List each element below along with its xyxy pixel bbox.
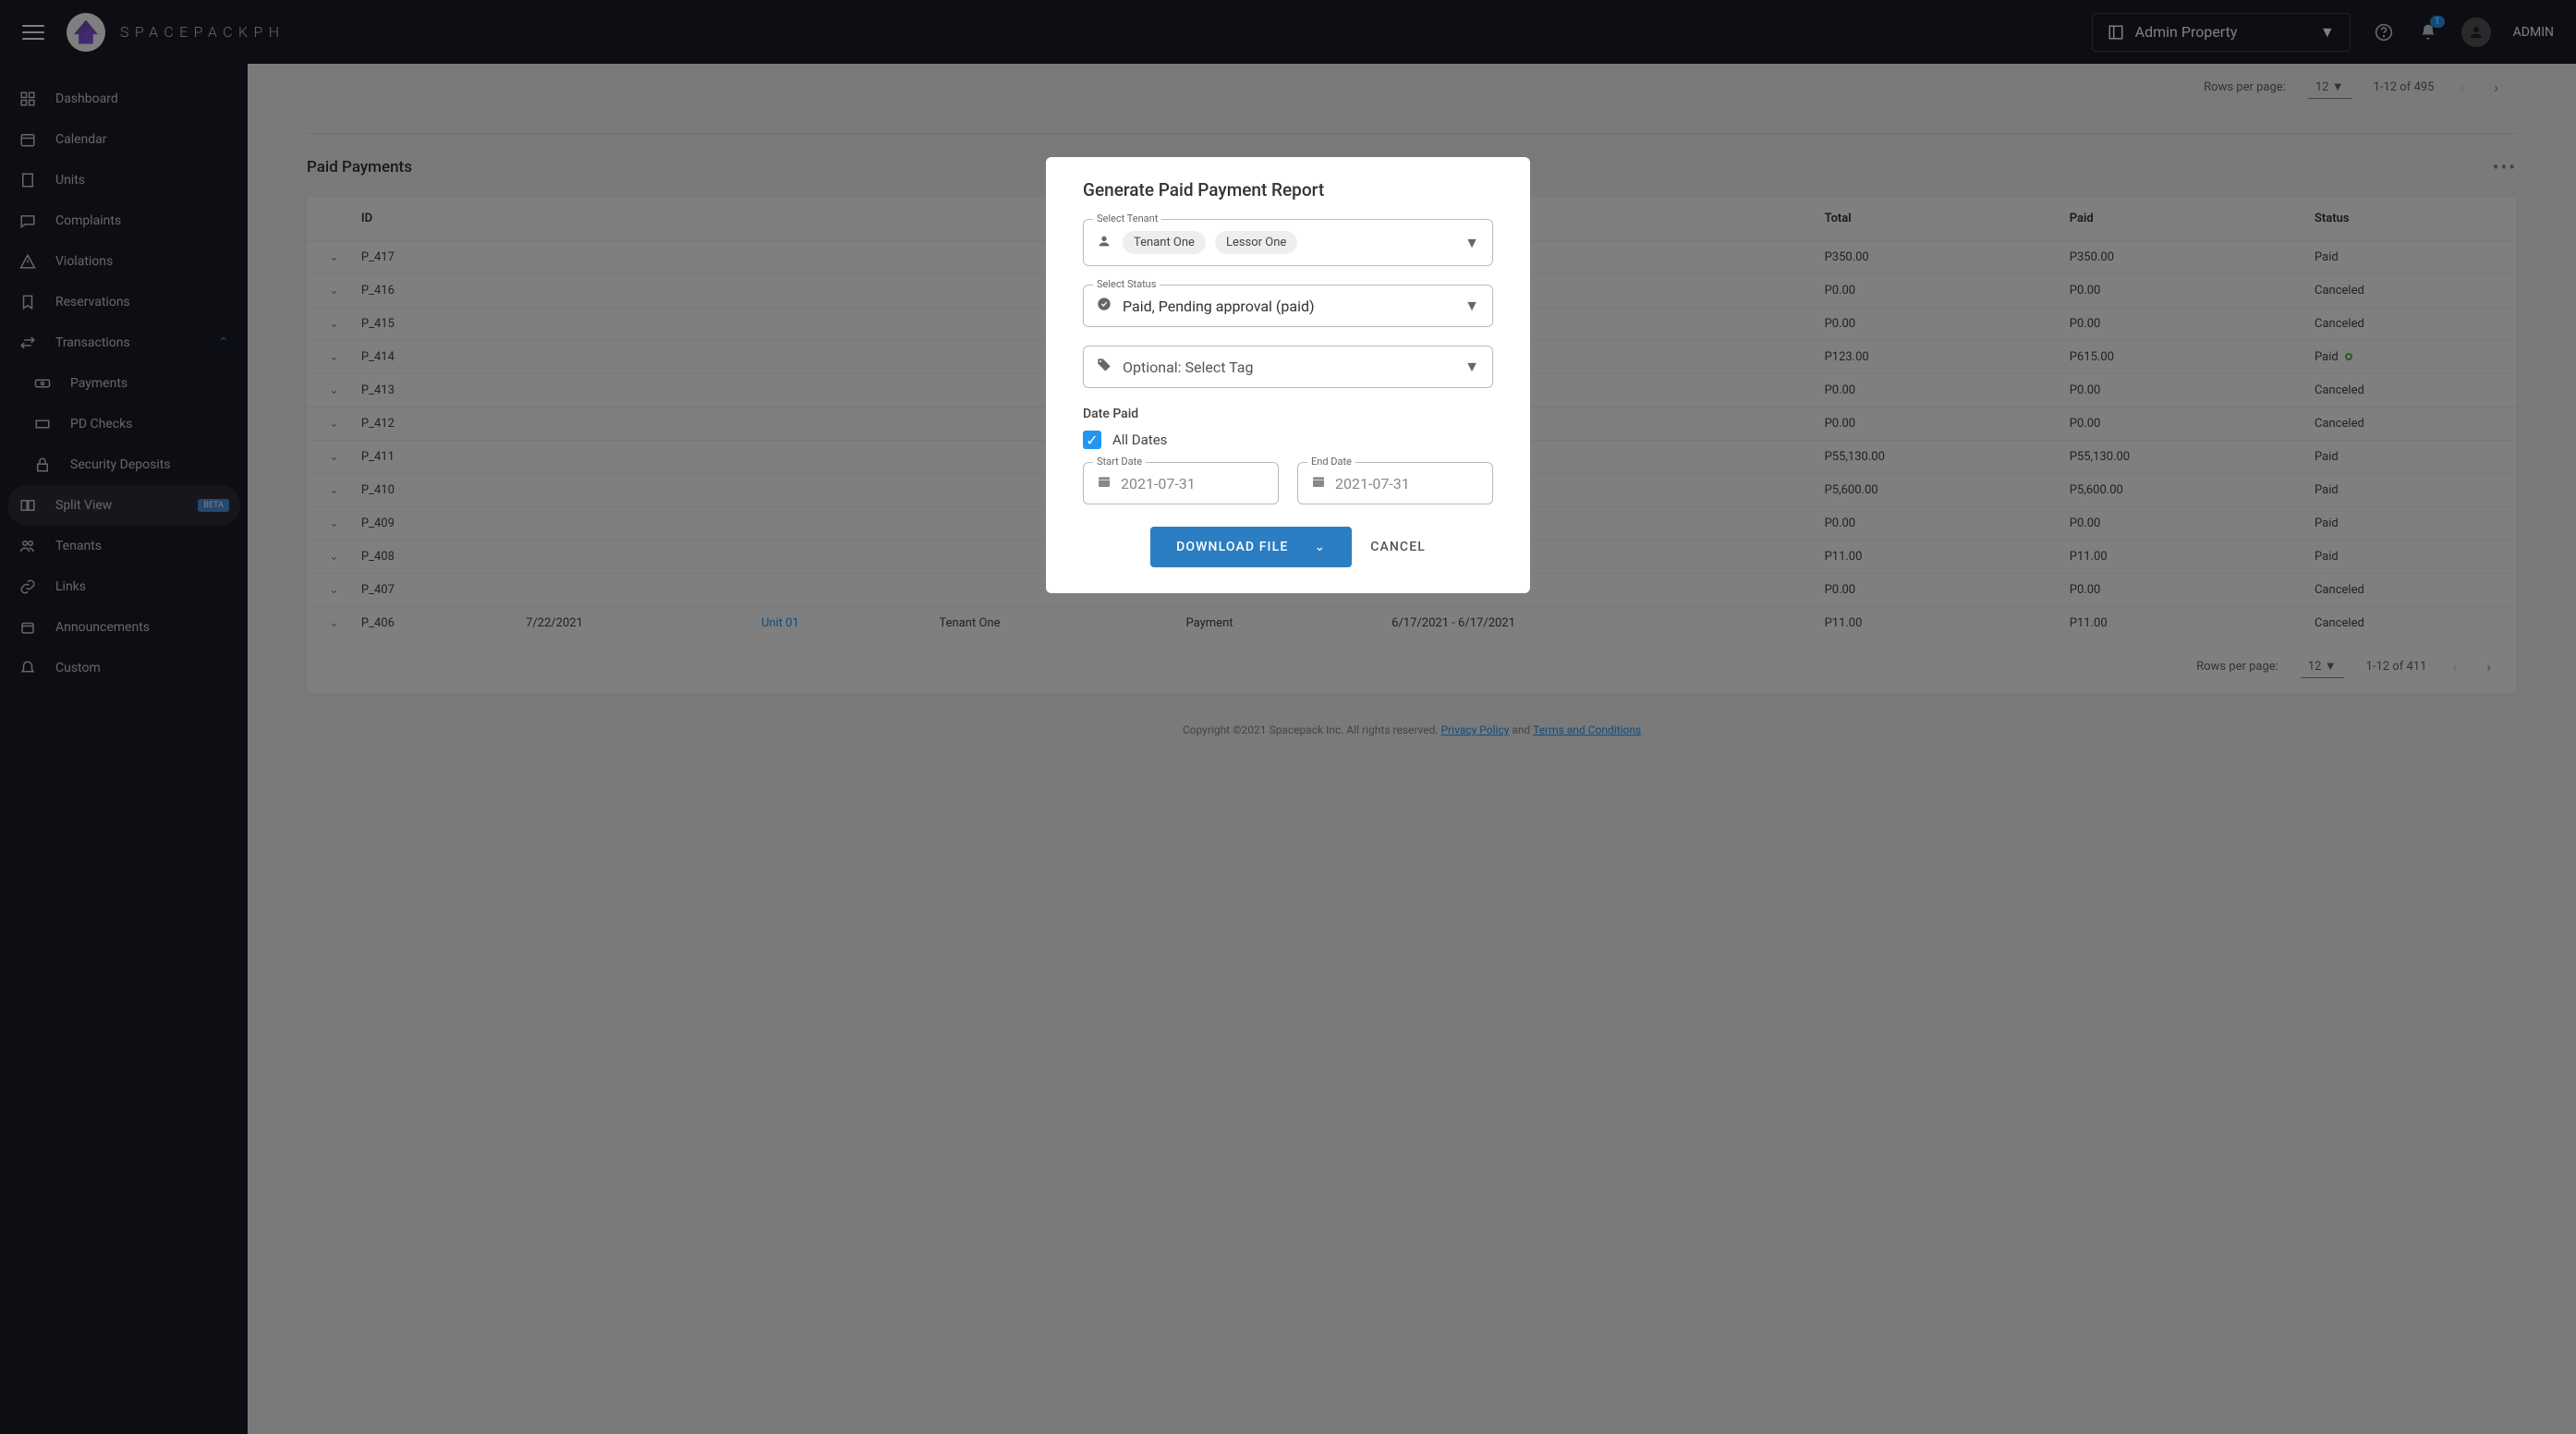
modal-title: Generate Paid Payment Report	[1083, 179, 1493, 201]
calendar-icon	[1097, 474, 1112, 492]
tag-icon	[1097, 358, 1113, 376]
report-modal: Generate Paid Payment Report Select Tena…	[1046, 157, 1530, 593]
download-button[interactable]: DOWNLOAD FILE ⌄	[1150, 527, 1352, 567]
chevron-down-icon: ▼	[1464, 297, 1479, 315]
all-dates-checkbox[interactable]: ✓	[1083, 431, 1101, 449]
end-date-label: End Date	[1307, 456, 1355, 468]
tenant-chip[interactable]: Tenant One	[1123, 231, 1206, 254]
status-label: Select Status	[1093, 278, 1160, 290]
person-icon	[1097, 234, 1113, 252]
start-date-input[interactable]: Start Date 2021-07-31	[1083, 462, 1279, 504]
status-value: Paid, Pending approval (paid)	[1123, 298, 1315, 315]
tag-placeholder: Optional: Select Tag	[1123, 358, 1254, 376]
chevron-down-icon: ▼	[1464, 358, 1479, 376]
end-date-input[interactable]: End Date 2021-07-31	[1297, 462, 1493, 504]
chevron-down-icon: ▼	[1464, 234, 1479, 252]
tenant-label: Select Tenant	[1093, 213, 1161, 225]
modal-overlay[interactable]: Generate Paid Payment Report Select Tena…	[0, 0, 2576, 1434]
date-section-title: Date Paid	[1083, 407, 1493, 421]
start-date-label: Start Date	[1093, 456, 1146, 468]
cancel-button[interactable]: CANCEL	[1370, 540, 1426, 554]
calendar-icon	[1311, 474, 1326, 492]
check-circle-icon	[1097, 297, 1113, 315]
status-select[interactable]: Select Status Paid, Pending approval (pa…	[1083, 285, 1493, 327]
tenant-chip[interactable]: Lessor One	[1215, 231, 1297, 254]
start-date-value: 2021-07-31	[1121, 475, 1196, 492]
end-date-value: 2021-07-31	[1335, 475, 1410, 492]
all-dates-label: All Dates	[1112, 431, 1167, 448]
tag-select[interactable]: Optional: Select Tag ▼	[1083, 346, 1493, 388]
tenant-select[interactable]: Select Tenant Tenant One Lessor One ▼	[1083, 219, 1493, 266]
chevron-down-icon: ⌄	[1314, 540, 1326, 554]
